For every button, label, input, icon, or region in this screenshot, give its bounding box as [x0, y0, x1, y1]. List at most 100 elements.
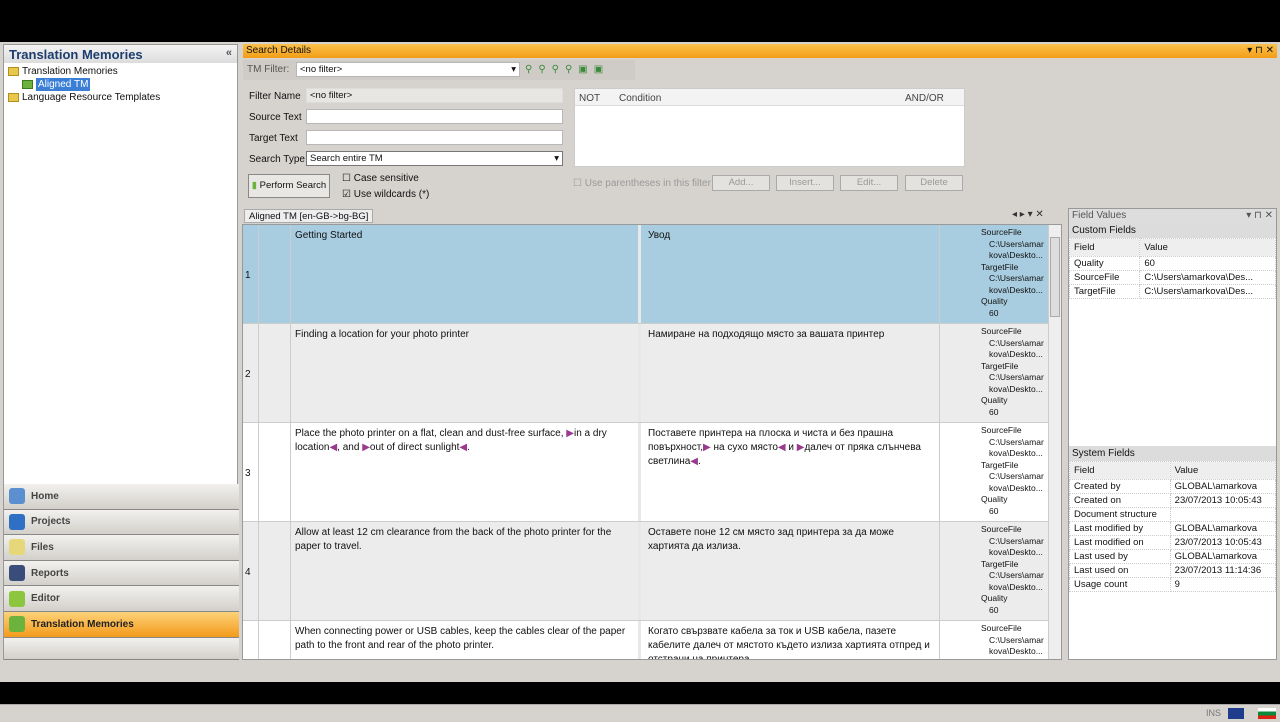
column-header-condition[interactable]: Condition	[619, 93, 661, 104]
search-type-dropdown[interactable]: Search entire TM ▾	[306, 151, 563, 166]
target-segment[interactable]: Когато свързвате кабела за ток и USB каб…	[644, 621, 940, 659]
source-segment[interactable]: Allow at least 12 cm clearance from the …	[291, 522, 641, 620]
status-bar: INS	[0, 704, 1280, 722]
field-row[interactable]: TargetFile C:\Users\amarkova\Des...	[1068, 284, 1276, 299]
field-name: Created by	[1069, 479, 1171, 494]
nav-overflow[interactable]	[4, 637, 239, 660]
add-button[interactable]: Add...	[712, 175, 770, 191]
field-row[interactable]: SourceFile C:\Users\amarkova\Des...	[1068, 270, 1276, 285]
segment-fields: SourceFileC:\Users\amarkova\Deskto...Tar…	[981, 621, 1049, 659]
table-row[interactable]: 4 Allow at least 12 cm clearance from the…	[243, 522, 1049, 621]
segment-fields: SourceFileC:\Users\amarkova\Deskto...Tar…	[981, 225, 1049, 323]
field-value: kova\Deskto...	[989, 646, 1043, 656]
source-segment[interactable]: Getting Started	[291, 225, 641, 323]
target-text-input[interactable]	[306, 130, 563, 145]
nav-editor[interactable]: Editor	[4, 586, 239, 612]
column-header-field[interactable]: Field	[1068, 238, 1141, 257]
nav-label: Editor	[31, 593, 60, 605]
field-value: 60	[989, 307, 999, 318]
checkbox-label: Use parentheses in this filter	[584, 178, 711, 189]
tree-item-aligned-tm[interactable]: Aligned TM	[8, 78, 233, 91]
perform-search-button[interactable]: ▮ Perform Search	[248, 174, 330, 198]
checkbox-label: Case sensitive	[353, 173, 419, 184]
case-sensitive-checkbox[interactable]: ☐ Case sensitive	[342, 173, 419, 184]
field-row[interactable]: Document structure	[1069, 507, 1277, 522]
target-segment[interactable]: Поставете принтера на плоска и чиста и б…	[644, 423, 940, 521]
nav-reports[interactable]: Reports	[4, 560, 239, 587]
files-icon	[9, 539, 25, 556]
field-value: kova\Deskto...	[989, 581, 1043, 592]
tm-tree: Translation Memories Aligned TM Language…	[4, 63, 237, 106]
target-text-label: Target Text	[249, 133, 298, 144]
tm-filter-dropdown[interactable]: <no filter> ▾	[296, 62, 520, 77]
field-row[interactable]: Last used on 23/07/2013 11:14:36	[1069, 563, 1277, 578]
delete-button[interactable]: Delete	[905, 175, 963, 191]
tree-item-language-resource-templates[interactable]: Language Resource Templates	[8, 91, 233, 104]
panel-controls-icon[interactable]: ▾ ⊓ ✕	[1246, 210, 1273, 222]
table-row[interactable]: 2 Finding a location for your photo print…	[243, 324, 1049, 423]
field-row[interactable]: Quality 60	[1068, 256, 1276, 271]
target-segment[interactable]: Оставете поне 12 см място зад принтера з…	[644, 522, 940, 620]
field-row[interactable]: Last modified by GLOBAL\amarkova	[1069, 521, 1277, 536]
target-segment[interactable]: Увод	[644, 225, 940, 323]
use-parentheses-checkbox[interactable]: ☐ Use parentheses in this filter	[573, 178, 711, 189]
tm-grid: 1 Getting Started Увод SourceFile C:\Users\a…	[242, 224, 1062, 660]
column-header-not[interactable]: NOT	[579, 93, 600, 104]
tab-aligned-tm[interactable]: Aligned TM [en-GB->bg-BG]	[244, 209, 374, 223]
source-text-input[interactable]	[306, 109, 563, 124]
source-text-label: Source Text	[249, 112, 302, 123]
table-row[interactable]: 1 Getting Started Увод SourceFile C:\Users\a…	[243, 225, 1049, 324]
projects-icon	[9, 513, 25, 530]
field-label: TargetFile	[981, 360, 1019, 371]
field-value: C:\Users\amar	[989, 273, 1044, 283]
application-window: Translation Memories « Translation Memori…	[0, 42, 1280, 722]
field-value: kova\Deskto...	[989, 349, 1043, 359]
collapse-button[interactable]: «	[226, 47, 232, 61]
tree-item-translation-memories[interactable]: Translation Memories	[8, 65, 233, 78]
column-header-and-or[interactable]: AND/OR	[905, 93, 944, 104]
target-segment[interactable]: Намиране на подходящо място за вашата пр…	[644, 324, 940, 422]
field-value: kova\Deskto...	[989, 383, 1043, 394]
field-label: Quality	[981, 593, 1008, 603]
column-header-field[interactable]: Field	[1069, 461, 1171, 480]
nav-projects[interactable]: Projects	[4, 509, 239, 536]
nav-files[interactable]: Files	[4, 535, 239, 561]
field-row[interactable]: Last modified on 23/07/2013 10:05:43	[1069, 535, 1277, 550]
source-segment[interactable]: When connecting power or USB cables, kee…	[291, 621, 641, 659]
field-row[interactable]: Usage count 9	[1069, 577, 1277, 592]
field-label: SourceFile	[981, 326, 1022, 336]
field-label: TargetFile	[981, 459, 1019, 470]
column-header-value[interactable]: Value	[1139, 238, 1276, 257]
field-row[interactable]: Last used by GLOBAL\amarkova	[1069, 549, 1277, 564]
source-segment[interactable]: Place the photo printer on a flat, clean…	[291, 423, 641, 521]
field-value: 9	[1169, 577, 1277, 592]
tree-label: Aligned TM	[36, 78, 91, 91]
tab-nav-icons[interactable]: ◂ ▸ ▾ ✕	[1012, 209, 1044, 220]
column-header-value[interactable]: Value	[1169, 461, 1277, 480]
field-row[interactable]: Created on 23/07/2013 10:05:43	[1069, 493, 1277, 508]
use-wildcards-checkbox[interactable]: ☑ Use wildcards (*)	[342, 189, 429, 200]
field-value: GLOBAL\amarkova	[1169, 549, 1277, 564]
pane-title: Translation Memories	[9, 47, 143, 62]
nav-home[interactable]: Home	[4, 484, 239, 510]
table-row[interactable]: 3 Place the photo printer on a flat, clea…	[243, 423, 1049, 522]
table-row[interactable]: 5 When connecting power or USB cables, ke…	[243, 621, 1049, 659]
nav-translation-memories[interactable]: Translation Memories	[4, 611, 239, 638]
grid-scrollbar[interactable]	[1048, 225, 1061, 659]
edit-button[interactable]: Edit...	[840, 175, 898, 191]
filter-tool-icons[interactable]: ⚲⚲⚲⚲▣▣	[525, 64, 609, 75]
field-label: SourceFile	[981, 227, 1022, 237]
conditions-table[interactable]: NOT Condition AND/OR	[574, 88, 965, 167]
field-row[interactable]: Created by GLOBAL\amarkova	[1069, 479, 1277, 494]
row-number: 3	[243, 423, 259, 521]
search-type-label: Search Type	[249, 154, 305, 165]
field-name: Last modified on	[1069, 535, 1171, 550]
field-value: 60	[989, 505, 999, 516]
scrollbar-thumb[interactable]	[1050, 237, 1060, 317]
panel-controls-icon[interactable]: ▾ ⊓ ✕	[1247, 45, 1274, 57]
filter-name-label: Filter Name	[249, 91, 301, 102]
navigation-pane-header: Translation Memories «	[4, 45, 237, 63]
panel-title: Field Values	[1072, 210, 1127, 221]
insert-button[interactable]: Insert...	[776, 175, 834, 191]
source-segment[interactable]: Finding a location for your photo printe…	[291, 324, 641, 422]
